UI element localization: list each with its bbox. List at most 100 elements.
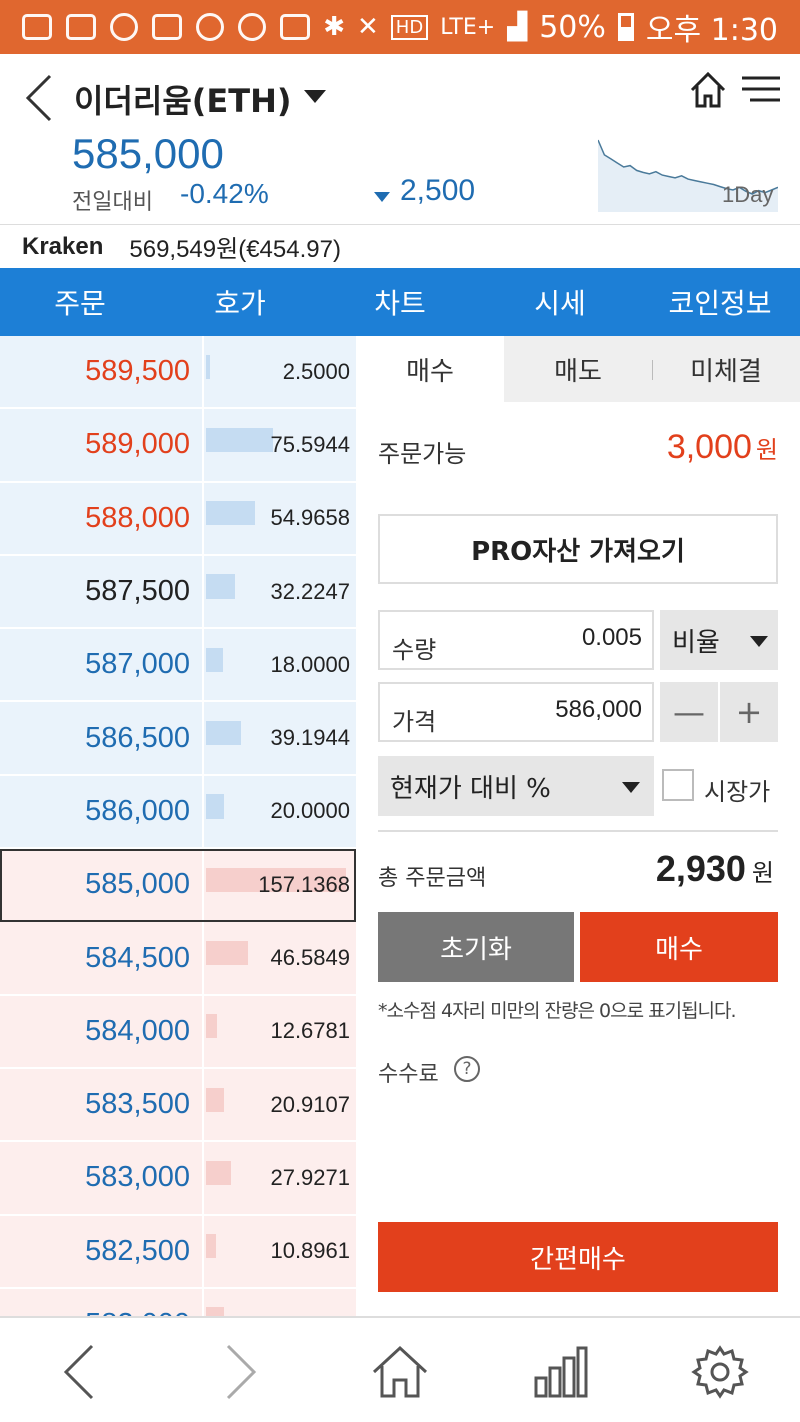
- tab-order[interactable]: 주문: [0, 268, 160, 336]
- order-book[interactable]: 589,500 2.5000 589,000 75.5944 588,000 54.965…: [0, 336, 356, 1316]
- orderbook-row[interactable]: 586,000 20.0000: [0, 775, 356, 850]
- price-value[interactable]: 586,000: [555, 696, 642, 724]
- subtab-sell[interactable]: 매도: [504, 336, 652, 402]
- orderbook-row[interactable]: 584,500 46.5849: [0, 922, 356, 996]
- fee-label: 수수료: [378, 1062, 439, 1087]
- market-price-label: 시장가: [704, 778, 771, 806]
- prev-day-label: 전일대비: [72, 190, 153, 215]
- bar-chart-icon[interactable]: [530, 1342, 590, 1402]
- gallery-icon: [66, 14, 96, 40]
- orderbook-quantity: 157.1368: [258, 871, 350, 897]
- price-decrease-button[interactable]: —: [660, 682, 718, 742]
- orderbook-quantity: 32.2247: [270, 578, 350, 604]
- orderbook-quantity-cell: 157.1368: [204, 849, 356, 920]
- orderbook-row[interactable]: 585,000 157.1368: [0, 849, 356, 923]
- tab-market[interactable]: 시세: [480, 268, 640, 336]
- orderbook-price[interactable]: 589,000: [0, 409, 204, 481]
- chevron-left-icon[interactable]: [50, 1342, 110, 1402]
- orderbook-row[interactable]: 587,500 32.2247: [0, 555, 356, 630]
- mail-icon: [152, 14, 182, 40]
- import-pro-assets-button[interactable]: PRO자산 가져오기: [378, 514, 778, 584]
- depth-bar: [206, 721, 241, 746]
- battery-icon: [617, 13, 634, 41]
- orderbook-price[interactable]: 582,500: [0, 1215, 204, 1287]
- price-increase-button[interactable]: +: [720, 682, 778, 742]
- orderbook-row[interactable]: 589,500 2.5000: [0, 336, 356, 410]
- bluetooth-icon: ✱: [323, 12, 345, 42]
- orderbook-price[interactable]: 583,000: [0, 1142, 204, 1214]
- orderbook-row[interactable]: 583,000 27.9271: [0, 1142, 356, 1216]
- market-price-checkbox[interactable]: [662, 769, 694, 801]
- chevron-down-icon[interactable]: [304, 90, 326, 103]
- depth-bar: [206, 354, 210, 379]
- orderbook-price[interactable]: 584,500: [0, 922, 204, 994]
- exchange-name: Kraken: [22, 232, 104, 260]
- orderbook-row[interactable]: 583,500 20.9107: [0, 1068, 356, 1143]
- tab-chart[interactable]: 차트: [320, 268, 480, 336]
- chevron-down-icon: [622, 782, 640, 793]
- orderbook-row[interactable]: 586,500 39.1944: [0, 702, 356, 776]
- help-icon[interactable]: ?: [454, 1056, 480, 1082]
- depth-bar: [206, 1307, 225, 1316]
- subtab-buy[interactable]: 매수: [356, 336, 504, 402]
- depth-bar: [206, 574, 236, 599]
- orderbook-quantity: 20.9107: [270, 1091, 350, 1117]
- orderbook-price[interactable]: 584,000: [0, 995, 204, 1067]
- orderbook-price[interactable]: 589,500: [0, 336, 204, 408]
- orderbook-price[interactable]: 586,500: [0, 702, 204, 774]
- depth-bar: [206, 940, 248, 966]
- orderbook-quantity: 39.1944: [270, 725, 350, 751]
- orderbook-row[interactable]: 584,000 12.6781: [0, 995, 356, 1069]
- gear-icon[interactable]: [690, 1342, 750, 1402]
- orderbook-price[interactable]: 588,000: [0, 482, 204, 554]
- home-icon[interactable]: [370, 1342, 430, 1402]
- chat-icon: [22, 14, 52, 40]
- orderbook-row[interactable]: 588,000 54.9658: [0, 482, 356, 556]
- change-amount: 2,500: [400, 174, 476, 207]
- orderbook-quantity-cell: 2.5000: [204, 336, 356, 407]
- available-value: 3,000: [666, 428, 752, 466]
- orderbook-price[interactable]: 585,000: [0, 849, 204, 921]
- price-field[interactable]: 가격 586,000: [378, 682, 654, 742]
- orderbook-price[interactable]: 587,500: [0, 555, 204, 628]
- back-icon[interactable]: [22, 72, 62, 124]
- chevron-right-icon[interactable]: [210, 1342, 270, 1402]
- orderbook-row[interactable]: 589,000 75.5944: [0, 409, 356, 483]
- reset-button[interactable]: 초기화: [378, 912, 574, 982]
- depth-bar: [206, 1234, 216, 1259]
- airplane-icon: [110, 13, 138, 41]
- depth-bar: [206, 1014, 218, 1039]
- menu-icon[interactable]: [742, 74, 780, 106]
- orderbook-quantity: 12.6781: [270, 1018, 350, 1044]
- orderbook-quantity-cell: 39.1944: [204, 702, 356, 773]
- quantity-field[interactable]: 수량 0.005: [378, 610, 654, 670]
- quick-buy-button[interactable]: 간편매수: [378, 1222, 778, 1292]
- home-icon[interactable]: [688, 70, 728, 110]
- main-tabs: 주문 호가 차트 시세 코인정보: [0, 268, 800, 336]
- price-compare-select[interactable]: 현재가 대비 %: [378, 756, 654, 816]
- orderbook-price[interactable]: 583,500: [0, 1068, 204, 1141]
- orderbook-price[interactable]: 582,000: [0, 1288, 204, 1316]
- battery-percent: 50%: [539, 9, 606, 45]
- orderbook-quantity-cell: 20.9107: [204, 1069, 356, 1140]
- network-label: LTE+: [440, 14, 496, 40]
- tab-quotes[interactable]: 호가: [160, 268, 320, 336]
- orderbook-row[interactable]: 587,000 18.0000: [0, 629, 356, 703]
- orderbook-row[interactable]: 582,500 10.8961: [0, 1215, 356, 1289]
- orderbook-price[interactable]: 586,000: [0, 775, 204, 848]
- tab-coin-info[interactable]: 코인정보: [640, 268, 800, 336]
- orderbook-quantity-cell: 10.8961: [204, 1216, 356, 1287]
- bottom-navigation: [0, 1316, 800, 1422]
- orderbook-quantity-cell: 18.0000: [204, 629, 356, 700]
- quantity-value[interactable]: 0.005: [582, 624, 642, 652]
- ratio-select[interactable]: 비율: [660, 610, 778, 670]
- price-label: 가격: [392, 708, 437, 736]
- total-amount-value: 2,930: [655, 848, 746, 889]
- orderbook-price[interactable]: 587,000: [0, 629, 204, 701]
- buy-button[interactable]: 매수: [580, 912, 778, 982]
- subtab-pending[interactable]: 미체결: [652, 336, 800, 402]
- exchange-price: 569,549원(€454.97): [129, 236, 341, 263]
- chart-period-label: 1Day: [722, 182, 774, 207]
- coin-title[interactable]: 이더리움(ETH): [74, 76, 291, 122]
- orderbook-row[interactable]: 582,00020.1256: [0, 1288, 356, 1316]
